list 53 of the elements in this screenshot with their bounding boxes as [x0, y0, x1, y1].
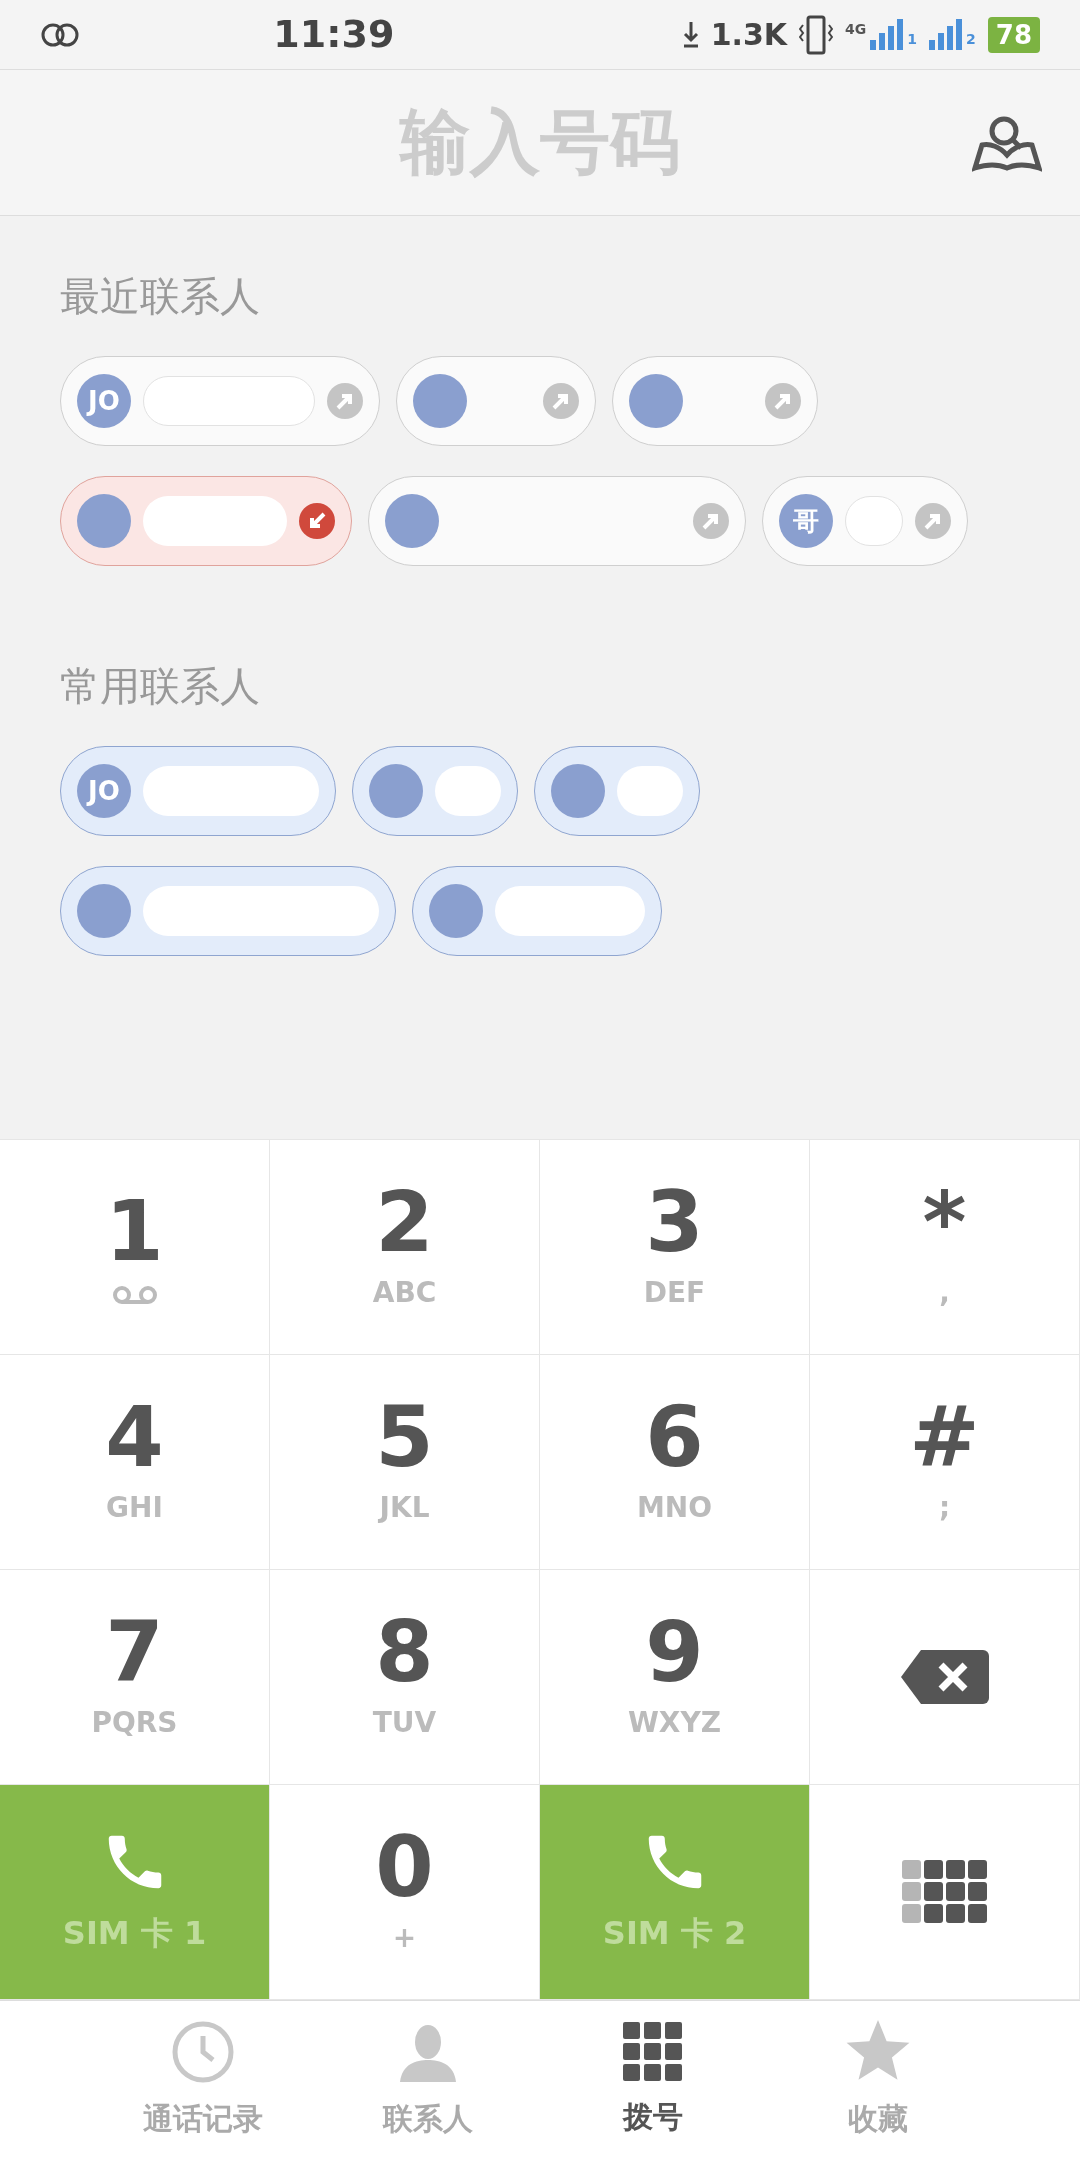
- avatar: [413, 374, 467, 428]
- dial-key[interactable]: 3 DEF: [540, 1140, 810, 1355]
- dial-key[interactable]: 5 JKL: [270, 1355, 540, 1570]
- network-type: 4G: [845, 20, 867, 39]
- rings-icon: [40, 21, 80, 48]
- dial-key[interactable]: # ;: [810, 1355, 1080, 1570]
- avatar: JO: [77, 374, 131, 428]
- dialpad-toggle[interactable]: [810, 1785, 1080, 2000]
- avatar: [429, 884, 483, 938]
- vibrate-icon: [799, 14, 834, 55]
- dial-key[interactable]: 8 TUV: [270, 1570, 540, 1785]
- battery-indicator: 78: [987, 16, 1040, 53]
- missed-call-icon: [299, 503, 335, 539]
- dial-key[interactable]: * ,: [810, 1140, 1080, 1355]
- avatar: [629, 374, 683, 428]
- avatar: [77, 884, 131, 938]
- outgoing-call-icon: [693, 503, 729, 539]
- dial-key[interactable]: 0 +: [270, 1785, 540, 2000]
- outgoing-call-icon: [327, 383, 363, 419]
- signal-icon: [929, 19, 963, 50]
- avatar: JO: [77, 764, 131, 818]
- dialpad-icon: [901, 1860, 988, 1924]
- clock-icon: [170, 2020, 235, 2084]
- avatar: [385, 494, 439, 548]
- delete-key[interactable]: [810, 1570, 1080, 1785]
- download-icon: [682, 21, 699, 48]
- clock-time: 11:39: [273, 11, 395, 58]
- section-title: 最近联系人: [60, 272, 261, 321]
- section-title: 常用联系人: [60, 662, 261, 711]
- nav-tab[interactable]: 拨号: [540, 2001, 765, 2160]
- outgoing-call-icon: [765, 383, 801, 419]
- avatar: [77, 494, 131, 548]
- outgoing-call-icon: [915, 503, 951, 539]
- dial-key[interactable]: 7 PQRS: [0, 1570, 270, 1785]
- dial-key[interactable]: 9 WXYZ: [540, 1570, 810, 1785]
- dial-key[interactable]: 4 GHI: [0, 1355, 270, 1570]
- dial-key[interactable]: 6 MNO: [540, 1355, 810, 1570]
- sim-index: 2: [966, 30, 976, 49]
- dial-key[interactable]: 1: [0, 1140, 270, 1355]
- voicemail-icon: [110, 1285, 159, 1305]
- sim-index: 1: [907, 30, 918, 49]
- signal-icon: [870, 19, 904, 50]
- backspace-icon: [900, 1650, 989, 1704]
- redacted-name: [845, 496, 903, 546]
- dial-key[interactable]: 2 ABC: [270, 1140, 540, 1355]
- dialpad-icon: [622, 2022, 683, 2082]
- avatar: 哥: [779, 494, 833, 548]
- download-speed: 1.3K: [710, 16, 788, 54]
- avatar: [551, 764, 605, 818]
- redacted-name: [617, 766, 683, 816]
- redacted-name: [435, 766, 501, 816]
- avatar: [369, 764, 423, 818]
- outgoing-call-icon: [543, 383, 579, 419]
